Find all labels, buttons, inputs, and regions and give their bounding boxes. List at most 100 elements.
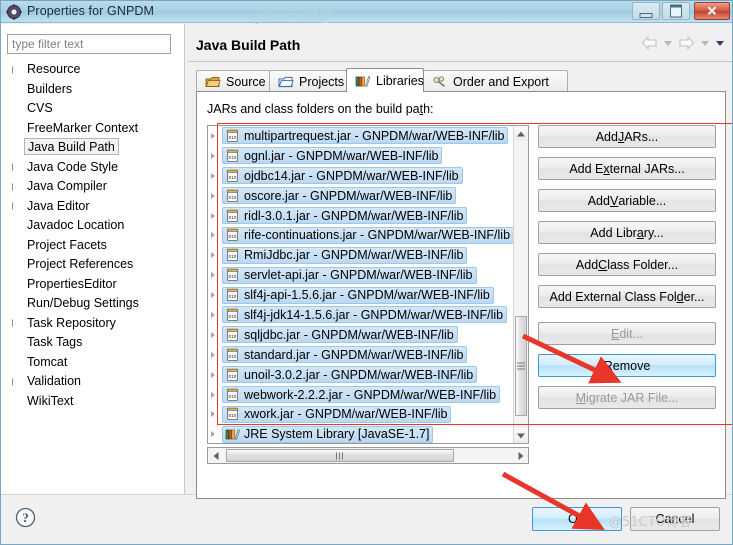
help-question-icon[interactable]: ? — [15, 507, 36, 528]
scroll-down-button[interactable] — [514, 428, 528, 443]
tab-projects[interactable]: Projects — [269, 70, 347, 92]
expand-arrow-icon[interactable] — [211, 311, 215, 318]
sidebar-item-run-debug-settings[interactable]: Run/Debug Settings — [1, 294, 184, 314]
close-icon: ✕ — [706, 3, 718, 19]
list-item[interactable]: 010 servlet-api.jar - GNPDM/war/WEB-INF/l… — [208, 265, 514, 285]
sidebar-item-builders[interactable]: Builders — [1, 80, 184, 100]
sidebar-item-project-references[interactable]: Project References — [1, 255, 184, 275]
list-caption-pre: JARs and class folders on the build pa — [207, 102, 420, 116]
sidebar-item-label: Java Code Style — [27, 159, 119, 174]
list-item[interactable]: 010 ridl-3.0.1.jar - GNPDM/war/WEB-INF/li… — [208, 206, 514, 226]
maximize-button[interactable] — [662, 2, 690, 20]
jar-icon: 010 — [225, 149, 240, 163]
expand-arrow-icon[interactable] — [211, 272, 215, 279]
list-item[interactable]: 010 oscore.jar - GNPDM/war/WEB-INF/lib — [208, 186, 514, 206]
tab-order-and-export[interactable]: Order and Export — [423, 70, 568, 92]
list-item[interactable]: 010 ognl.jar - GNPDM/war/WEB-INF/lib — [208, 146, 514, 166]
expand-arrow-icon[interactable] — [12, 182, 17, 191]
expand-arrow-icon[interactable] — [12, 163, 17, 172]
button-label-post: ternal JARs... — [609, 161, 685, 176]
sidebar-item-project-facets[interactable]: Project Facets — [1, 236, 184, 256]
sidebar-item-java-compiler[interactable]: Java Compiler — [1, 177, 184, 197]
sidebar-item-propertieseditor[interactable]: PropertiesEditor — [1, 275, 184, 295]
expand-arrow-icon[interactable] — [12, 377, 17, 386]
expand-arrow-icon[interactable] — [12, 65, 17, 74]
sidebar-item-resource[interactable]: Resource — [1, 60, 184, 80]
add-class-folder-button[interactable]: Add Class Folder... — [538, 253, 716, 276]
expand-arrow-icon[interactable] — [211, 331, 215, 338]
expand-arrow-icon[interactable] — [211, 252, 215, 259]
list-item[interactable]: 010 RmiJdbc.jar - GNPDM/war/WEB-INF/lib — [208, 245, 514, 265]
list-item[interactable]: JRE System Library [JavaSE-1.7] — [208, 424, 514, 443]
expand-arrow-icon[interactable] — [211, 192, 215, 199]
list-item-label: webwork-2.2.2.jar - GNPDM/war/WEB-INF/li… — [244, 387, 497, 402]
expand-arrow-icon[interactable] — [211, 411, 215, 418]
svg-text:010: 010 — [229, 393, 237, 398]
expand-arrow-icon[interactable] — [211, 172, 215, 179]
forward-arrow-icon[interactable] — [677, 35, 696, 51]
sidebar-item-freemarker-context[interactable]: FreeMarker Context — [1, 119, 184, 139]
expand-arrow-icon[interactable] — [12, 202, 17, 211]
button-label-post: ARs... — [624, 129, 659, 144]
expand-arrow-icon[interactable] — [12, 319, 17, 328]
sidebar-item-java-code-style[interactable]: Java Code Style — [1, 158, 184, 178]
list-item[interactable]: 010 slf4j-api-1.5.6.jar - GNPDM/war/WEB-I… — [208, 285, 514, 305]
expand-arrow-icon[interactable] — [211, 391, 215, 398]
close-button[interactable]: ✕ — [694, 2, 730, 20]
list-item-label-wrap: 010 unoil-3.0.2.jar - GNPDM/war/WEB-INF/l… — [222, 366, 478, 384]
list-item[interactable]: 010 rife-continuations.jar - GNPDM/war/WE… — [208, 225, 514, 245]
libraries-tab-panel: JARs and class folders on the build path… — [196, 91, 726, 499]
sidebar-item-label: Project Facets — [27, 237, 107, 252]
list-item[interactable]: 010 xwork.jar - GNPDM/war/WEB-INF/lib — [208, 404, 514, 424]
list-item[interactable]: 010 slf4j-jdk14-1.5.6.jar - GNPDM/war/WEB… — [208, 305, 514, 325]
button-label-post: er... — [683, 289, 705, 304]
back-history-chevron-down-icon[interactable] — [664, 40, 672, 46]
sidebar-item-task-repository[interactable]: Task Repository — [1, 314, 184, 334]
expand-arrow-icon[interactable] — [211, 212, 215, 219]
forward-history-chevron-down-icon[interactable] — [701, 40, 709, 46]
list-vertical-scrollbar[interactable] — [513, 126, 528, 443]
build-path-list[interactable]: 010 multipartrequest.jar - GNPDM/war/WEB-… — [207, 125, 529, 444]
vertical-scrollbar-thumb[interactable] — [515, 316, 527, 416]
remove-button[interactable]: Remove — [538, 354, 716, 377]
scroll-right-button[interactable] — [513, 448, 528, 463]
add-jars-button[interactable]: Add J ARs... — [538, 125, 716, 148]
expand-arrow-icon[interactable] — [211, 351, 215, 358]
expand-arrow-icon[interactable] — [211, 152, 215, 159]
add-external-jars-button[interactable]: Add Ex ternal JARs... — [538, 157, 716, 180]
sidebar-item-validation[interactable]: Validation — [1, 372, 184, 392]
list-item[interactable]: 010 multipartrequest.jar - GNPDM/war/WEB-… — [208, 126, 514, 146]
sidebar-item-java-build-path[interactable]: Java Build Path — [1, 138, 184, 158]
list-item[interactable]: 010 sqljdbc.jar - GNPDM/war/WEB-INF/lib — [208, 325, 514, 345]
add-variable-button[interactable]: Add Variable... — [538, 189, 716, 212]
tab-source[interactable]: Source — [196, 70, 270, 92]
sidebar-item-wikitext[interactable]: WikiText — [1, 392, 184, 412]
expand-arrow-icon[interactable] — [211, 132, 215, 139]
list-item[interactable]: 010 standard.jar - GNPDM/war/WEB-INF/lib — [208, 345, 514, 365]
expand-arrow-icon[interactable] — [211, 292, 215, 299]
expand-arrow-icon[interactable] — [211, 371, 215, 378]
back-arrow-icon[interactable] — [640, 35, 659, 51]
sidebar-item-java-editor[interactable]: Java Editor — [1, 197, 184, 217]
add-library-button[interactable]: Add Libr a ry... — [538, 221, 716, 244]
sidebar-item-javadoc-location[interactable]: Javadoc Location — [1, 216, 184, 236]
filter-input[interactable] — [7, 34, 171, 54]
horizontal-scrollbar-thumb[interactable] — [226, 449, 454, 462]
expand-arrow-icon[interactable] — [211, 431, 215, 438]
sidebar-item-task-tags[interactable]: Task Tags — [1, 333, 184, 353]
sidebar-item-cvs[interactable]: CVS — [1, 99, 184, 119]
expand-arrow-icon[interactable] — [211, 232, 215, 239]
sidebar-item-tomcat[interactable]: Tomcat — [1, 353, 184, 373]
add-external-class-folder-button[interactable]: Add External Class Fol d er... — [538, 285, 716, 308]
minimize-button[interactable] — [632, 2, 660, 20]
title-bar[interactable]: Properties for GNPDM @51CTO博客 ✕ — [1, 1, 732, 25]
scroll-up-button[interactable] — [514, 126, 528, 141]
tab-libraries[interactable]: Libraries — [346, 68, 424, 92]
list-horizontal-scrollbar[interactable] — [207, 447, 529, 464]
list-item[interactable]: 010 ojdbc14.jar - GNPDM/war/WEB-INF/lib — [208, 166, 514, 186]
tab-label: Source — [226, 74, 266, 89]
list-item[interactable]: 010 unoil-3.0.2.jar - GNPDM/war/WEB-INF/l… — [208, 365, 514, 385]
scroll-left-button[interactable] — [208, 448, 223, 463]
view-menu-chevron-down-icon[interactable] — [716, 40, 724, 46]
list-item[interactable]: 010 webwork-2.2.2.jar - GNPDM/war/WEB-INF… — [208, 385, 514, 405]
